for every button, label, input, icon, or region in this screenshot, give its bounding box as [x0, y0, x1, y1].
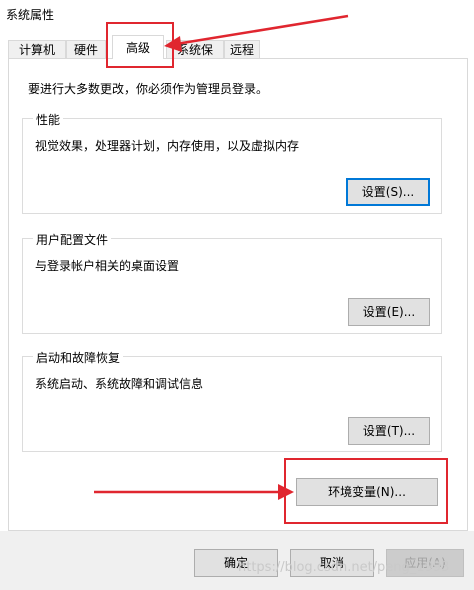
- arrow-to-advanced-tab: [164, 14, 349, 52]
- arrow-to-env-vars: [94, 484, 294, 500]
- annotation-arrows: [94, 14, 349, 500]
- tab-advanced[interactable]: 高级: [112, 35, 164, 59]
